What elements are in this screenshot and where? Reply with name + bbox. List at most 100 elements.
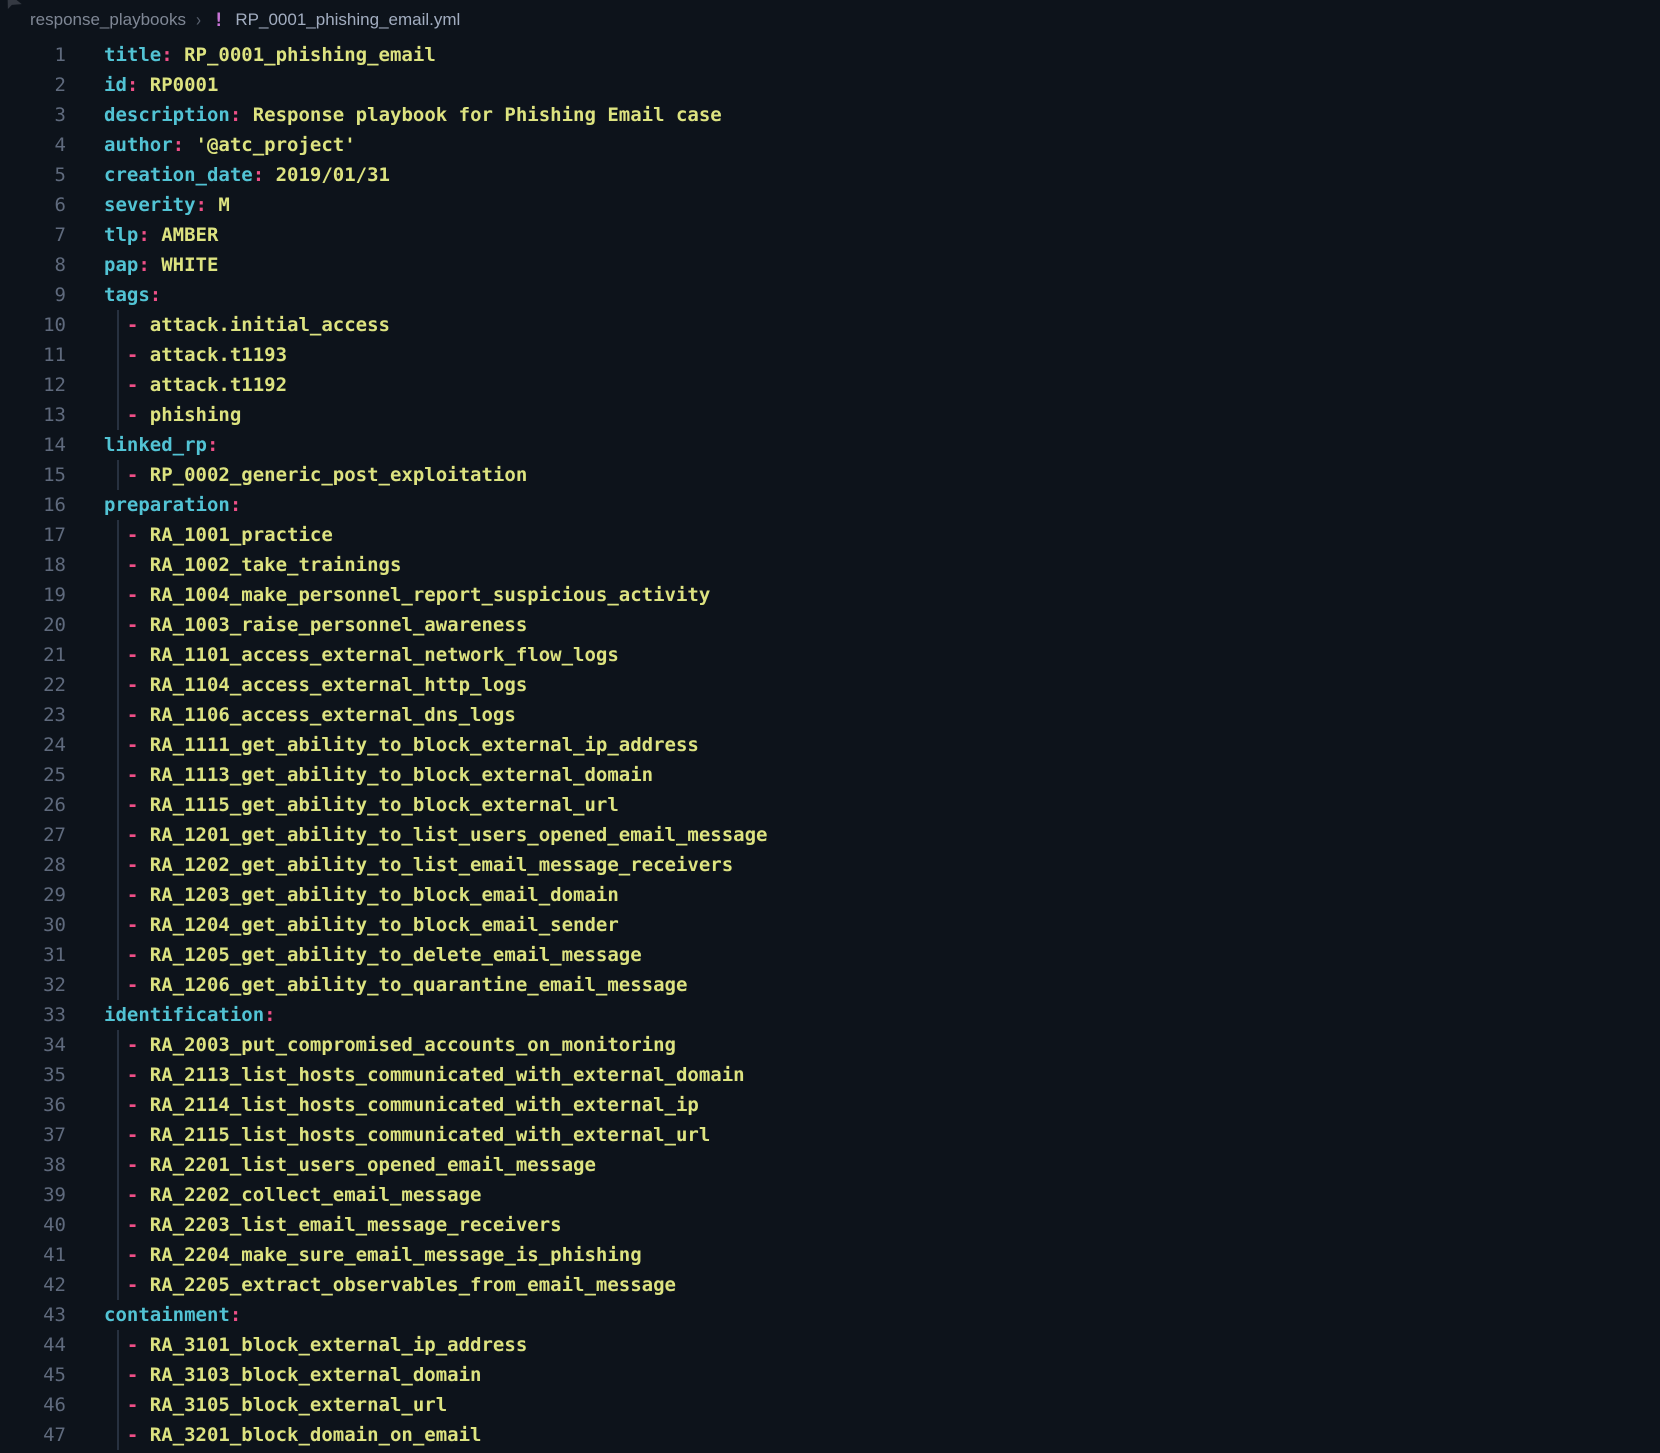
line-content[interactable]: - attack.initial_access — [104, 310, 390, 340]
line-content[interactable]: - phishing — [104, 400, 241, 430]
code-line[interactable]: 5 creation_date: 2019/01/31 — [0, 160, 1660, 190]
line-content[interactable]: - RA_2003_put_compromised_accounts_on_mo… — [104, 1030, 676, 1060]
line-number[interactable]: 46 — [0, 1390, 66, 1420]
line-number[interactable]: 19 — [0, 580, 66, 610]
line-content[interactable]: - RA_2204_make_sure_email_message_is_phi… — [104, 1240, 642, 1270]
code-line[interactable]: 31- RA_1205_get_ability_to_delete_email_… — [0, 940, 1660, 970]
code-line[interactable]: 8pap: WHITE — [0, 250, 1660, 280]
line-content[interactable]: - attack.t1192 — [104, 370, 287, 400]
line-content[interactable]: - attack.t1193 — [104, 340, 287, 370]
code-line[interactable]: 12 - attack.t1192 — [0, 370, 1660, 400]
line-content[interactable]: - RA_2205_extract_observables_from_email… — [104, 1270, 676, 1300]
line-number[interactable]: 18 — [0, 550, 66, 580]
code-line[interactable]: 41 - RA_2204_make_sure_email_message_is_p… — [0, 1240, 1660, 1270]
line-number[interactable]: 25 — [0, 760, 66, 790]
code-line[interactable]: 19 - RA_1004_make_personnel_report_suspic… — [0, 580, 1660, 610]
line-content[interactable]: - RA_2115_list_hosts_communicated_with_e… — [104, 1120, 710, 1150]
line-number[interactable]: 47 — [0, 1420, 66, 1450]
line-number[interactable]: 35 — [0, 1060, 66, 1090]
line-content[interactable]: - RA_1001_practice — [104, 520, 333, 550]
line-content[interactable]: description: Response playbook for Phish… — [104, 100, 722, 130]
line-number[interactable]: 45 — [0, 1360, 66, 1390]
line-content[interactable]: - RA_2203_list_email_message_receivers — [104, 1210, 562, 1240]
code-line[interactable]: 39- RA_2202_collect_email_message — [0, 1180, 1660, 1210]
code-line[interactable]: 34 - RA_2003_put_compromised_accounts_on_… — [0, 1030, 1660, 1060]
line-content[interactable]: - RA_1111_get_ability_to_block_external_… — [104, 730, 699, 760]
line-content[interactable]: - RA_3101_block_external_ip_address — [104, 1330, 527, 1360]
line-number[interactable]: 7 — [0, 220, 66, 250]
line-number[interactable]: 5 — [0, 160, 66, 190]
code-line[interactable]: 6 severity: M — [0, 190, 1660, 220]
line-number[interactable]: 21 — [0, 640, 66, 670]
line-number[interactable]: 16 — [0, 490, 66, 520]
code-line[interactable]: 27- RA_1201_get_ability_to_list_users_op… — [0, 820, 1660, 850]
line-number[interactable]: 27 — [0, 820, 66, 850]
line-number[interactable]: 1 — [0, 40, 66, 70]
line-number[interactable]: 6 — [0, 190, 66, 220]
line-number[interactable]: 2 — [0, 70, 66, 100]
code-line[interactable]: 10- attack.initial_access — [0, 310, 1660, 340]
code-line[interactable]: 11 - attack.t1193 — [0, 340, 1660, 370]
line-content[interactable]: title: RP_0001_phishing_email — [104, 40, 436, 70]
line-content[interactable]: - RA_1101_access_external_network_flow_l… — [104, 640, 619, 670]
line-number[interactable]: 44 — [0, 1330, 66, 1360]
line-number[interactable]: 28 — [0, 850, 66, 880]
line-content[interactable]: tlp: AMBER — [104, 220, 218, 250]
line-content[interactable]: - RA_3201_block_domain_on_email — [104, 1420, 482, 1450]
line-number[interactable]: 20 — [0, 610, 66, 640]
code-line[interactable]: 24 - RA_1111_get_ability_to_block_externa… — [0, 730, 1660, 760]
code-line[interactable]: 17 - RA_1001_practice — [0, 520, 1660, 550]
code-line[interactable]: 1 title: RP_0001_phishing_email — [0, 40, 1660, 70]
line-number[interactable]: 26 — [0, 790, 66, 820]
code-line[interactable]: 32- RA_1206_get_ability_to_quarantine_em… — [0, 970, 1660, 1000]
code-line[interactable]: 42- RA_2205_extract_observables_from_ema… — [0, 1270, 1660, 1300]
line-number[interactable]: 41 — [0, 1240, 66, 1270]
line-number[interactable]: 12 — [0, 370, 66, 400]
code-line[interactable]: 26 - RA_1115_get_ability_to_block_externa… — [0, 790, 1660, 820]
line-content[interactable]: - RA_2201_list_users_opened_email_messag… — [104, 1150, 596, 1180]
line-number[interactable]: 39 — [0, 1180, 66, 1210]
line-content[interactable]: - RA_2114_list_hosts_communicated_with_e… — [104, 1090, 699, 1120]
line-content[interactable]: containment: — [104, 1300, 241, 1330]
line-number[interactable]: 17 — [0, 520, 66, 550]
line-number[interactable]: 24 — [0, 730, 66, 760]
code-line[interactable]: 46 - RA_3105_block_external_url — [0, 1390, 1660, 1420]
line-number[interactable]: 4 — [0, 130, 66, 160]
line-number[interactable]: 36 — [0, 1090, 66, 1120]
code-line[interactable]: 47 - RA_3201_block_domain_on_email — [0, 1420, 1660, 1450]
breadcrumb-file[interactable]: RP_0001_phishing_email.yml — [235, 10, 460, 30]
line-content[interactable]: id: RP0001 — [104, 70, 218, 100]
breadcrumb-folder[interactable]: response_playbooks — [30, 10, 186, 30]
code-line[interactable]: 38- RA_2201_list_users_opened_email_mess… — [0, 1150, 1660, 1180]
line-content[interactable]: - RA_2113_list_hosts_communicated_with_e… — [104, 1060, 745, 1090]
line-number[interactable]: 14 — [0, 430, 66, 460]
code-line[interactable]: 18- RA_1002_take_trainings — [0, 550, 1660, 580]
line-content[interactable]: - RP_0002_generic_post_exploitation — [104, 460, 527, 490]
line-content[interactable]: creation_date: 2019/01/31 — [104, 160, 390, 190]
code-line[interactable]: 45- RA_3103_block_external_domain — [0, 1360, 1660, 1390]
line-content[interactable]: - RA_1104_access_external_http_logs — [104, 670, 527, 700]
line-content[interactable]: - RA_1106_access_external_dns_logs — [104, 700, 516, 730]
line-content[interactable]: - RA_3105_block_external_url — [104, 1390, 447, 1420]
line-content[interactable]: identification: — [104, 1000, 276, 1030]
code-line[interactable]: 33identification: — [0, 1000, 1660, 1030]
line-content[interactable]: - RA_1004_make_personnel_report_suspicio… — [104, 580, 710, 610]
code-line[interactable]: 9 tags: — [0, 280, 1660, 310]
line-number[interactable]: 9 — [0, 280, 66, 310]
line-number[interactable]: 32 — [0, 970, 66, 1000]
code-line[interactable]: 7 tlp: AMBER — [0, 220, 1660, 250]
line-number[interactable]: 37 — [0, 1120, 66, 1150]
line-number[interactable]: 34 — [0, 1030, 66, 1060]
line-number[interactable]: 30 — [0, 910, 66, 940]
line-number[interactable]: 43 — [0, 1300, 66, 1330]
line-number[interactable]: 22 — [0, 670, 66, 700]
code-line[interactable]: 43 containment: — [0, 1300, 1660, 1330]
code-line[interactable]: 3description: Response playbook for Phis… — [0, 100, 1660, 130]
line-number[interactable]: 31 — [0, 940, 66, 970]
code-line[interactable]: 25- RA_1113_get_ability_to_block_externa… — [0, 760, 1660, 790]
line-content[interactable]: - RA_1115_get_ability_to_block_external_… — [104, 790, 619, 820]
line-content[interactable]: tags: — [104, 280, 161, 310]
code-line[interactable]: 15- RP_0002_generic_post_exploitation — [0, 460, 1660, 490]
line-number[interactable]: 11 — [0, 340, 66, 370]
line-content[interactable]: severity: M — [104, 190, 230, 220]
